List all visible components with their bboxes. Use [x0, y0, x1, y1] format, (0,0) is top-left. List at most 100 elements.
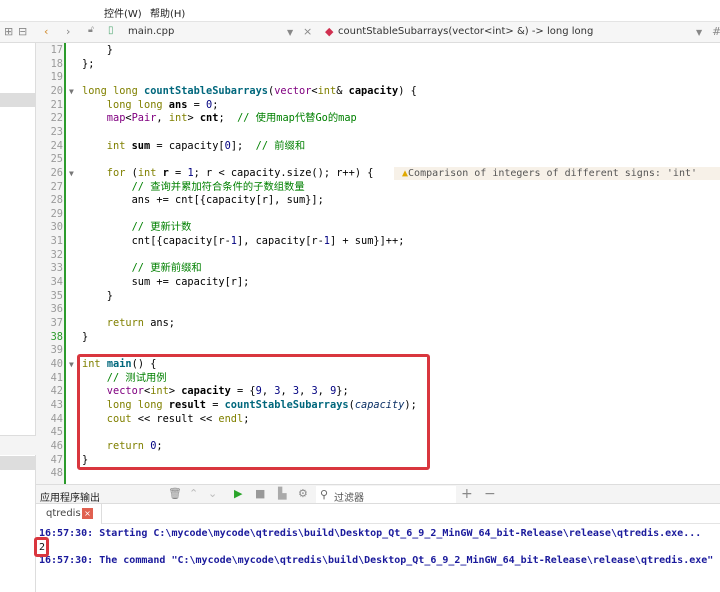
selected-project-item[interactable] [0, 93, 36, 107]
function-icon: ◆ [325, 25, 334, 38]
editor-toolbar: ⊞ ⊟ ‹ › 🔓︎ ▯ main.cpp ▼ × ◆ countStableS… [0, 22, 720, 43]
gear-icon[interactable]: ⚙ [298, 487, 308, 500]
filter-input[interactable]: ⚲ 过滤器 [316, 486, 456, 504]
chevron-down-icon[interactable]: ▼ [696, 28, 702, 37]
code-text: // 更新计数 [82, 221, 192, 235]
code-line[interactable]: 31 cnt[{capacity[r-1], capacity[r-1] + s… [36, 235, 720, 249]
code-line[interactable]: 17 } [36, 44, 720, 58]
fold-toggle-icon[interactable]: ▼ [69, 167, 74, 181]
search-icon: ⚲ [320, 488, 329, 501]
stop-icon[interactable]: ■ [255, 487, 265, 500]
code-token: ]; [230, 139, 256, 152]
chevron-down-icon[interactable]: ▼ [287, 28, 293, 37]
up-icon[interactable]: ⌃ [189, 487, 198, 500]
line-number: 25 [50, 153, 63, 166]
code-line[interactable]: 37 return ans; [36, 317, 720, 331]
forward-button[interactable]: › [66, 25, 70, 38]
code-line[interactable]: 36 [36, 303, 720, 317]
attach-icon[interactable]: ▙ [278, 487, 286, 500]
code-token: int [168, 112, 188, 125]
code-line[interactable]: 21 long long ans = 0; [36, 99, 720, 113]
hash-icon[interactable]: # [712, 25, 720, 38]
code-token: } [82, 289, 113, 302]
file-selector[interactable]: main.cpp [128, 26, 174, 37]
code-line[interactable]: 24 int sum = capacity[0]; // 前缀和 [36, 140, 720, 154]
run-icon[interactable]: ▶ [234, 487, 242, 500]
code-line[interactable]: 32 [36, 249, 720, 263]
code-text: for (int r = 1; r < capacity.size(); r++… [82, 166, 374, 181]
line-number: 34 [50, 276, 63, 289]
highlight-box [77, 354, 430, 470]
code-token: ans [168, 98, 188, 111]
code-token: map [82, 112, 126, 125]
code-text: } [82, 44, 113, 58]
tab-qtredis[interactable]: qtredis × [36, 504, 102, 524]
menu-controls[interactable]: 控件(W) [104, 5, 142, 20]
code-text: }; [82, 58, 94, 72]
code-line[interactable]: 30 // 更新计数 [36, 221, 720, 235]
code-line[interactable]: 23 [36, 126, 720, 140]
fold-toggle-icon[interactable]: ▼ [69, 358, 74, 372]
code-line[interactable]: 27 // 查询并累加符合条件的子数组数量 [36, 181, 720, 195]
line-number: 26 [50, 166, 63, 179]
code-text: return ans; [82, 317, 175, 331]
code-token: // 更新前缀和 [82, 262, 202, 275]
code-token: ans += cnt[{capacity[r], sum}]; [82, 194, 324, 207]
code-token: & [336, 84, 349, 97]
code-text: map<Pair, int> cnt; // 使用map代替Go的map [82, 112, 357, 126]
code-line[interactable]: 22 map<Pair, int> cnt; // 使用map代替Go的map [36, 112, 720, 126]
line-number: 27 [50, 180, 63, 193]
code-editor[interactable]: 17 } 18}; 19 20 ▼ long long countStableSubarr… [36, 43, 720, 484]
remove-button[interactable]: − [484, 486, 496, 502]
line-number: 38 [50, 330, 63, 343]
code-line[interactable]: 18}; [36, 58, 720, 72]
close-file-button[interactable]: × [303, 25, 312, 38]
split-icon[interactable]: ⊞ [4, 25, 13, 38]
code-token: for [82, 166, 126, 179]
function-selector[interactable]: countStableSubarrays(vector<int> &) -> l… [338, 26, 593, 37]
code-token: Pair [131, 112, 157, 125]
code-text: } [82, 290, 113, 304]
down-icon[interactable]: ⌄ [208, 487, 217, 500]
code-token: // 查询并累加符合条件的子数组数量 [82, 180, 305, 193]
code-line[interactable]: 28 ans += cnt[{capacity[r], sum}]; [36, 194, 720, 208]
line-number: 29 [50, 207, 63, 220]
line-number: 43 [50, 398, 63, 411]
menu-help[interactable]: 帮助(H) [150, 5, 185, 20]
selected-doc-item[interactable] [0, 456, 36, 470]
code-text: cnt[{capacity[r-1], capacity[r-1] + sum}… [82, 235, 405, 249]
fold-toggle-icon[interactable]: ▼ [69, 85, 74, 99]
code-token: }; [82, 57, 95, 70]
code-token: = [168, 166, 188, 179]
code-line[interactable]: 25 [36, 153, 720, 167]
code-text: long long countStableSubarrays(vector<in… [82, 85, 417, 99]
line-number: 47 [50, 453, 63, 466]
code-token: ( [125, 166, 138, 179]
line-number: 35 [50, 289, 63, 302]
clear-icon[interactable]: 🗑︎ [168, 487, 182, 500]
line-number: 22 [50, 112, 63, 125]
code-line[interactable]: 20 ▼ long long countStableSubarrays(vector… [36, 85, 720, 99]
close-tab-icon[interactable]: × [82, 508, 93, 519]
line-number: 46 [50, 439, 63, 452]
code-token: ], capacity[r- [237, 235, 324, 248]
code-line[interactable]: 35 } [36, 290, 720, 304]
line-number: 23 [50, 125, 63, 138]
code-line[interactable]: 29 [36, 208, 720, 222]
add-button[interactable]: + [461, 486, 473, 502]
code-line[interactable]: 33 // 更新前缀和 [36, 262, 720, 276]
back-button[interactable]: ‹ [44, 25, 48, 38]
code-token: int [317, 84, 337, 97]
code-token: , [156, 112, 169, 125]
code-line[interactable]: 19 [36, 71, 720, 85]
code-line[interactable]: 34 sum += capacity[r]; [36, 276, 720, 290]
line-number: 44 [50, 412, 63, 425]
code-line[interactable]: 38} [36, 331, 720, 345]
output-highlight-box [34, 537, 49, 557]
line-number: 30 [50, 221, 63, 234]
output-title: 应用程序输出 [40, 493, 100, 504]
collapse-icon[interactable]: ⊟ [18, 25, 27, 38]
line-number: 40 [50, 357, 63, 370]
open-docs-header [0, 435, 36, 455]
code-token: int [82, 139, 132, 152]
